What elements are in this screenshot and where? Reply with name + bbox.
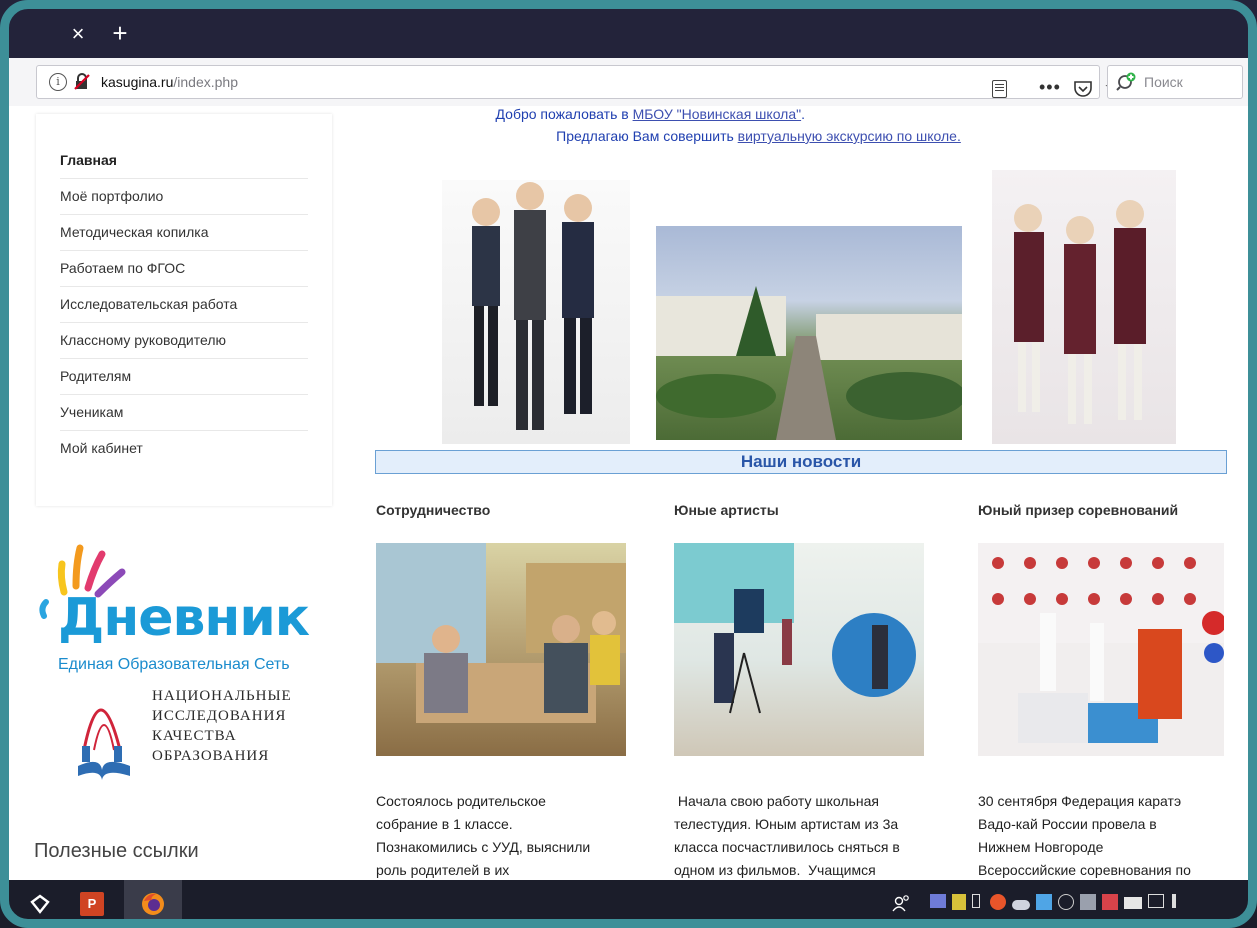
sidebar-item-class-teacher[interactable]: Классному руководителю [60, 323, 308, 359]
welcome-prefix: Добро пожаловать в [495, 106, 633, 122]
news-text-2-line: одном из фильмов. Учащимся [674, 862, 876, 878]
news-text-1-line: роль родителей в их [376, 862, 510, 878]
tray-app-icon[interactable] [990, 894, 1006, 910]
search-placeholder: Поиск [1144, 74, 1183, 90]
news-text-3-line: 30 сентября Федерация каратэ [978, 793, 1182, 809]
news-text-1: Состоялось родительское собрание в 1 кла… [376, 790, 621, 882]
dnevnik-logo[interactable]: Дневник Единая Образовательная Сеть [36, 542, 336, 682]
insecure-lock-icon[interactable] [73, 73, 91, 91]
tray-app-icon[interactable] [1036, 894, 1052, 910]
url-host: kasugina.ru [101, 74, 174, 90]
reader-view-icon[interactable] [992, 80, 1007, 98]
useful-links-heading: Полезные ссылки [34, 840, 199, 862]
browser-toolbar: i kasugina.ru/index.php ••• ☆ Поиск [0, 58, 1257, 107]
sidebar-item-parents[interactable]: Родителям [60, 359, 308, 395]
volume-icon[interactable] [1172, 894, 1184, 908]
news-text-1-line: Состоялось родительское [376, 793, 546, 809]
sidebar-item-cabinet[interactable]: Мой кабинет [60, 431, 308, 466]
dnevnik-logo-word: Дневник [58, 588, 310, 648]
sidebar-item-methodical[interactable]: Методическая копилка [60, 215, 308, 251]
browser-tab-bar: × + [0, 0, 1257, 58]
cloud-icon[interactable] [1012, 900, 1030, 910]
news-text-2-line: класса посчастливилось сняться в [674, 839, 900, 855]
url-text[interactable]: kasugina.ru/index.php [101, 74, 238, 90]
news-text-3-line: Всероссийские соревнования по [978, 862, 1191, 878]
news-text-2-line: телестудия. Юным артистам из 3а [674, 816, 899, 832]
sidebar-item-students[interactable]: Ученикам [60, 395, 308, 431]
tray-app-icon[interactable] [930, 894, 946, 908]
news-image-1[interactable] [376, 543, 626, 756]
sidebar-item-research[interactable]: Исследовательская работа [60, 287, 308, 323]
sidebar-menu: Главная Моё портфолио Методическая копил… [36, 114, 332, 506]
taskbar: P [0, 880, 1257, 928]
dnevnik-logo-sub: Единая Образовательная Сеть [58, 656, 290, 673]
tray-app-icon[interactable] [972, 894, 980, 908]
school-link[interactable]: МБОУ "Новинская школа" [633, 106, 802, 122]
search-icon [1116, 72, 1136, 91]
news-text-3-line: Нижнем Новгороде [978, 839, 1104, 855]
people-icon[interactable] [892, 894, 910, 912]
start-icon[interactable] [30, 894, 50, 914]
news-text-1-line: Познакомились с УУД, выяснили [376, 839, 591, 855]
news-image-3[interactable] [978, 543, 1224, 756]
news-text-3: 30 сентября Федерация каратэ Вадо-кай Ро… [978, 790, 1223, 882]
nik-logo-line-4: ОБРАЗОВАНИЯ [152, 748, 270, 764]
close-tab-button[interactable]: × [66, 22, 90, 46]
nik-logo-line-2: ИССЛЕДОВАНИЯ [152, 708, 287, 724]
url-path: /index.php [173, 74, 238, 90]
sidebar-item-home[interactable]: Главная [60, 143, 308, 179]
boys-photo [442, 180, 630, 444]
news-text-1-line: собрание в 1 классе. [376, 816, 513, 832]
tray-app-icon[interactable] [1102, 894, 1118, 910]
nik-logo[interactable]: НАЦИОНАЛЬНЫЕ ИССЛЕДОВАНИЯ КАЧЕСТВА ОБРАЗ… [70, 680, 292, 810]
nik-logo-line-3: КАЧЕСТВА [152, 728, 237, 744]
girls-photo [992, 170, 1176, 444]
news-image-2[interactable] [674, 543, 924, 756]
pocket-icon[interactable] [1072, 78, 1094, 100]
firefox-icon [142, 893, 164, 915]
news-text-2-line: Начала свою работу школьная [674, 793, 879, 809]
tour-prefix: Предлагаю Вам совершить [556, 128, 738, 144]
school-building-photo [656, 226, 962, 440]
nik-logo-line-1: НАЦИОНАЛЬНЫЕ [152, 688, 292, 704]
tray-app-icon[interactable] [1058, 894, 1074, 910]
network-icon[interactable] [1148, 894, 1164, 908]
news-text-2: Начала свою работу школьная телестудия. … [674, 790, 919, 882]
news-title-3[interactable]: Юный призер соревнований [978, 502, 1178, 518]
virtual-tour-link[interactable]: виртуальную экскурсию по школе. [738, 128, 961, 144]
sidebar-item-portfolio[interactable]: Моё портфолио [60, 179, 308, 215]
powerpoint-icon-glyph: P [87, 896, 97, 911]
powerpoint-icon[interactable]: P [80, 892, 104, 916]
nik-emblem-icon [78, 708, 130, 780]
page-content: Добро пожаловать в МБОУ "Новинская школа… [0, 106, 1257, 880]
battery-icon[interactable] [1124, 897, 1142, 909]
page-actions-button[interactable]: ••• [1039, 77, 1061, 98]
news-text-3-line: Вадо-кай России провела в [978, 816, 1157, 832]
tray-app-icon[interactable] [952, 894, 966, 910]
welcome-suffix: . [801, 106, 805, 122]
search-box[interactable]: Поиск [1107, 65, 1243, 99]
info-icon[interactable]: i [49, 73, 67, 91]
firefox-taskbar-button[interactable] [124, 880, 182, 928]
news-title-2[interactable]: Юные артисты [674, 502, 779, 518]
address-bar[interactable]: i kasugina.ru/index.php ••• ☆ [36, 65, 1124, 100]
news-heading: Наши новости [375, 450, 1227, 474]
new-tab-button[interactable]: + [108, 20, 132, 46]
tray-app-icon[interactable] [1080, 894, 1096, 910]
news-title-1[interactable]: Сотрудничество [376, 502, 490, 518]
sidebar-item-fgos[interactable]: Работаем по ФГОС [60, 251, 308, 287]
